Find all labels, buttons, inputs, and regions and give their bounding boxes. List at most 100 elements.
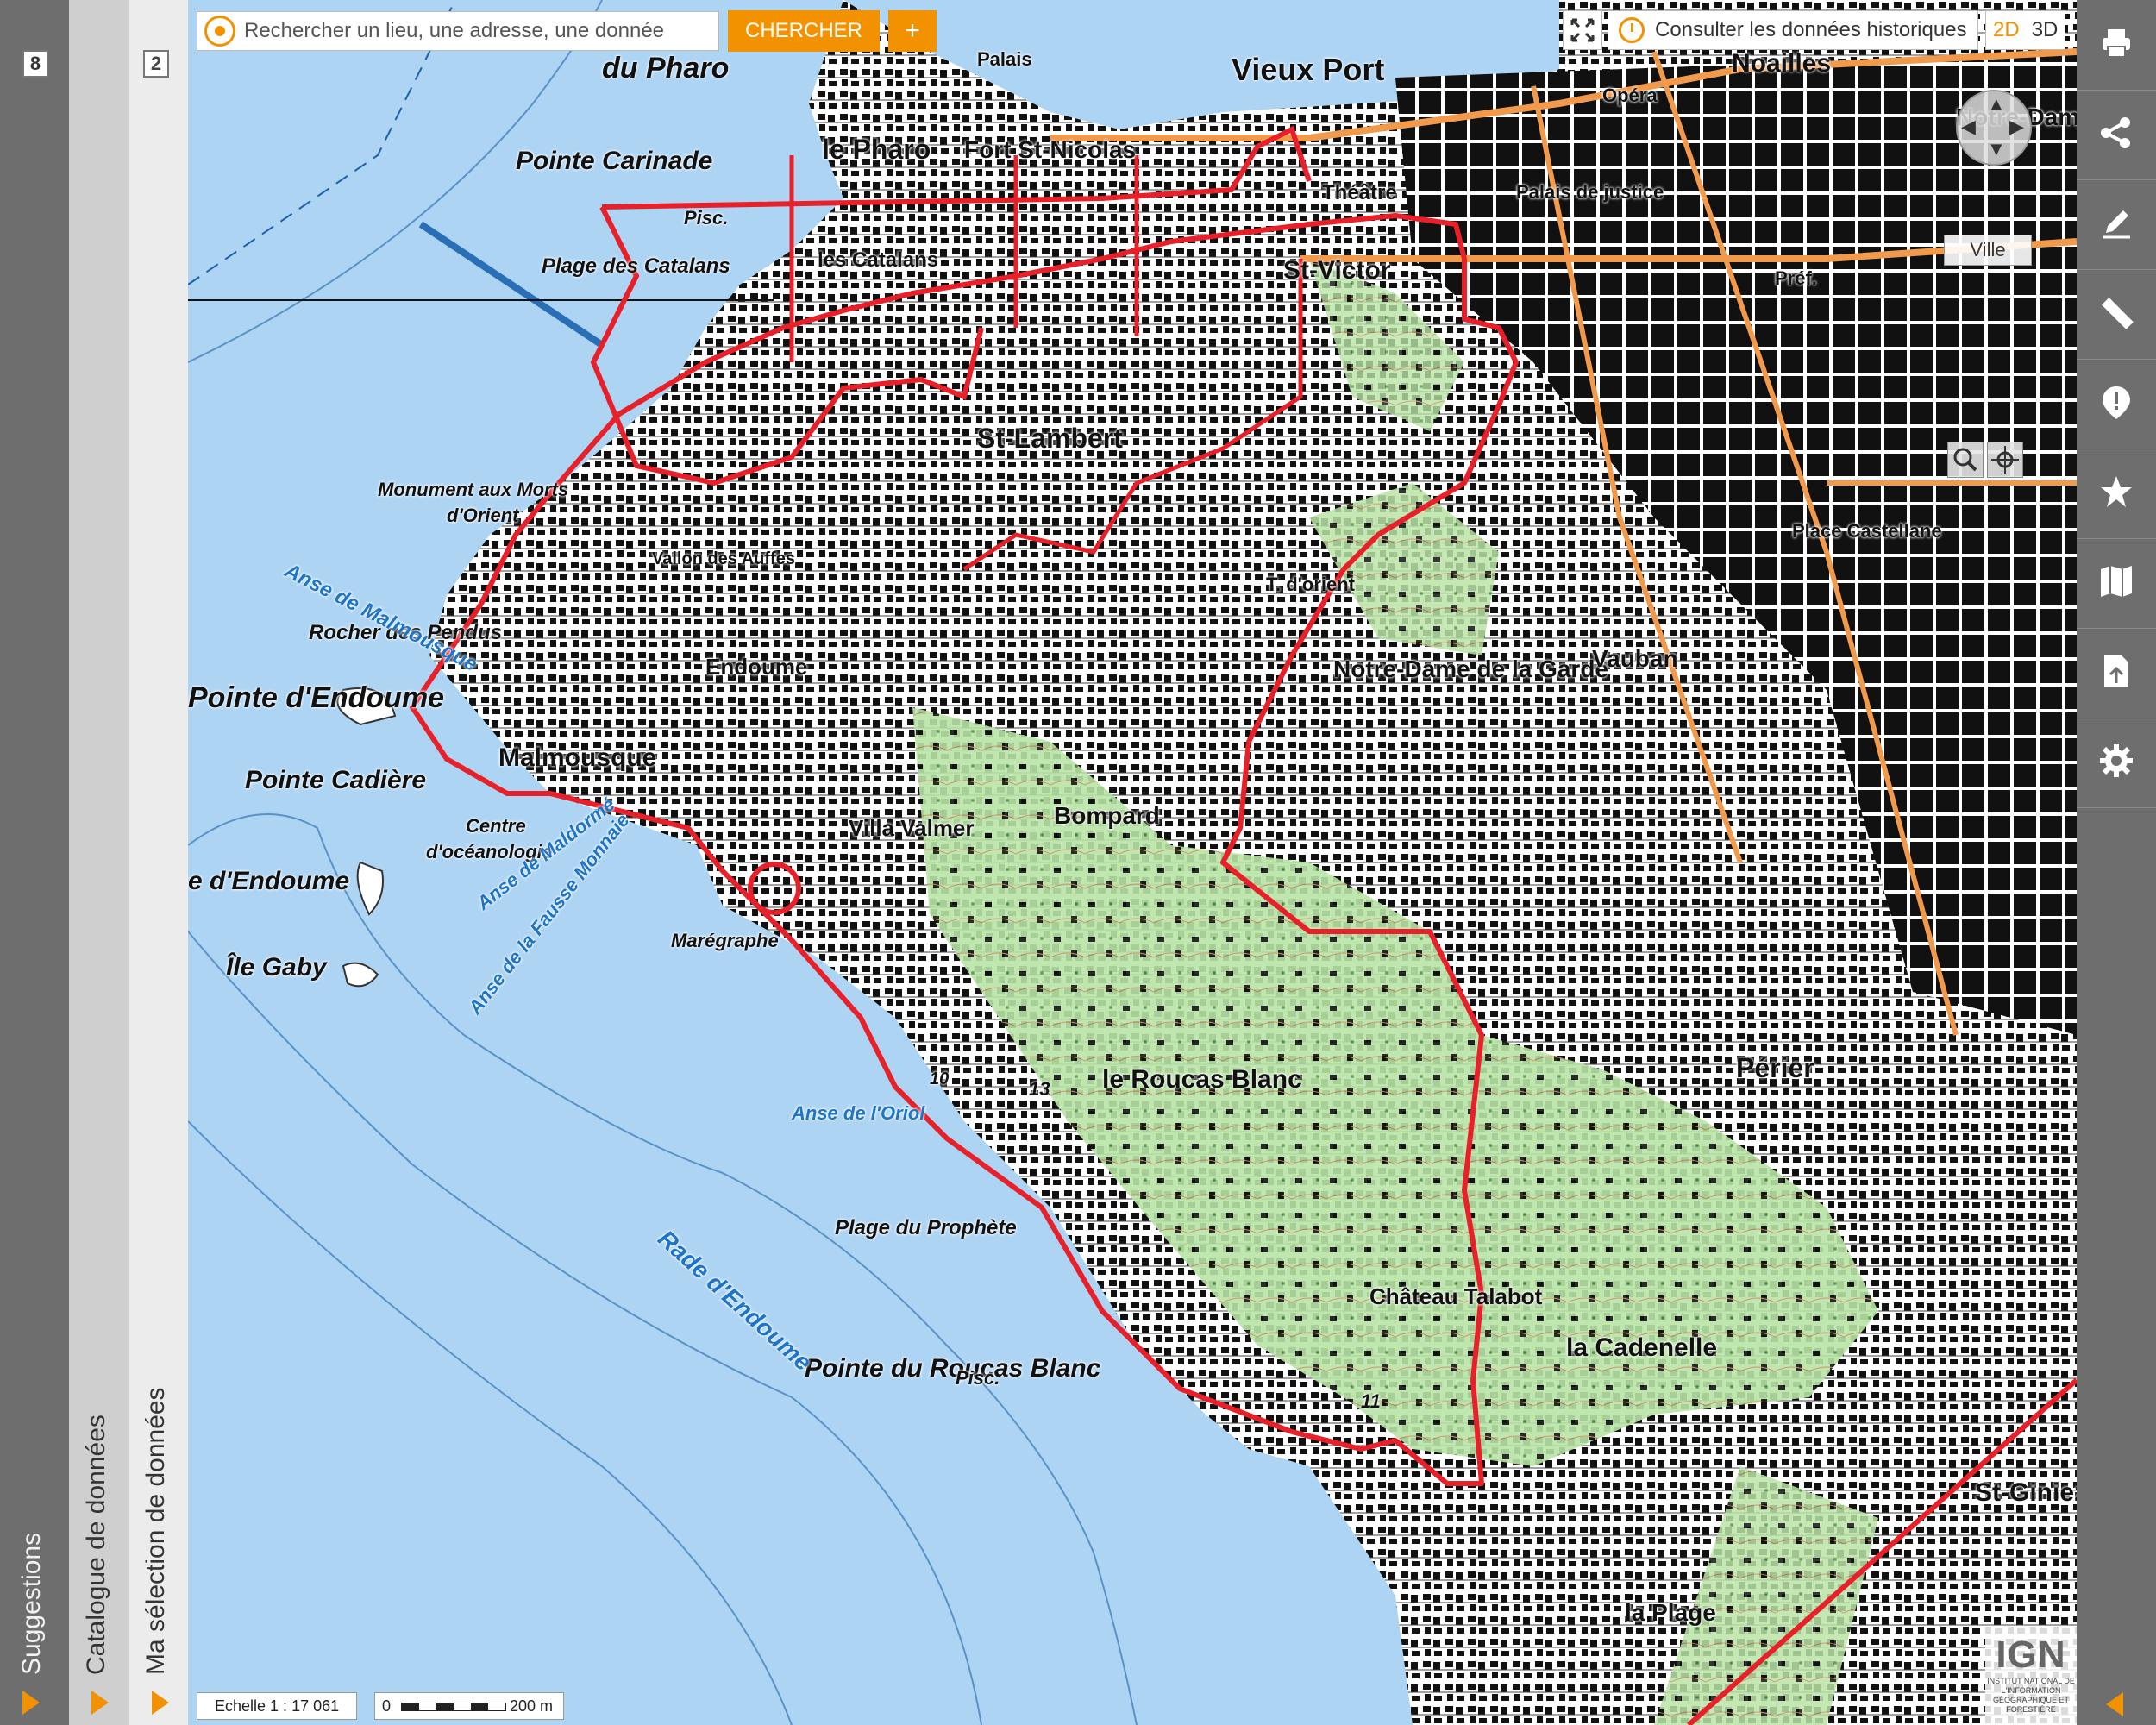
scale-ratio: Echelle 1 : 17 061 [197, 1692, 358, 1720]
view-2d-button[interactable]: 2D [1993, 18, 2020, 42]
scale-bar-graphic [401, 1703, 506, 1711]
map-label: T. d'orient [1266, 574, 1356, 595]
ign-logo: IGN [1996, 1634, 2066, 1676]
map-label: e d'Endoume [188, 867, 350, 895]
share-icon [2101, 117, 2130, 148]
expand-arrow-icon[interactable] [22, 1690, 40, 1715]
fullscreen-icon [1570, 18, 1595, 42]
map-label: Pointe d'Endoume [188, 681, 445, 714]
map-label: Plage des Catalans [542, 254, 730, 278]
catalogue-label[interactable]: Catalogue de données [82, 1414, 111, 1675]
gear-icon [2100, 744, 2133, 777]
import-button[interactable] [2077, 628, 2156, 718]
map-label: Marégraphe [671, 930, 779, 951]
annotate-button[interactable] [2077, 179, 2156, 270]
pan-right-icon[interactable]: ▶ [2009, 116, 2024, 138]
map-canvas[interactable]: du Pharo Pointe Carinade Pisc. Plage des Ca… [188, 0, 2077, 1725]
collapse-toolbar-arrow-icon[interactable] [2106, 1692, 2123, 1716]
favorites-button[interactable] [2077, 448, 2156, 539]
map-label: du Pharo [602, 52, 730, 85]
star-icon [2101, 476, 2132, 507]
expand-arrow-icon[interactable] [152, 1690, 169, 1715]
search-button[interactable]: CHERCHER [728, 10, 881, 52]
fullscreen-button[interactable] [1563, 10, 1602, 50]
map-label: Anse de l'Oriol [792, 1102, 925, 1124]
selection-panel[interactable]: 2 Ma sélection de données [129, 0, 190, 1725]
map-label: 10 [930, 1070, 950, 1088]
map-label: Pisc. [956, 1367, 1000, 1389]
map-label: Préf. [1775, 267, 1817, 289]
map-label: Monument aux Morts [378, 479, 569, 500]
measure-button[interactable] [2077, 269, 2156, 360]
suggestions-label[interactable]: Suggestions [17, 1533, 47, 1675]
selection-count: 2 [143, 50, 169, 78]
scale-value: 17 061 [291, 1697, 340, 1715]
map-label: Pisc. [684, 207, 729, 229]
advanced-search-button[interactable]: + [888, 10, 937, 52]
pencil-icon [2103, 210, 2130, 239]
print-button[interactable] [2077, 0, 2156, 91]
island [342, 962, 379, 988]
crosshair-icon [1991, 446, 2019, 474]
maps-button[interactable] [2077, 538, 2156, 629]
share-button[interactable] [2077, 90, 2156, 180]
map-label: la Plage [1625, 1599, 1716, 1626]
map-label: Centre [466, 815, 526, 837]
map-label: St-Lambert [977, 423, 1123, 454]
island [356, 861, 384, 916]
settings-button[interactable] [2077, 718, 2156, 808]
file-import-icon [2104, 656, 2128, 687]
zoom-level-label: Ville [1944, 235, 2032, 266]
pan-left-icon[interactable]: ◀ [1961, 116, 1976, 138]
map-label: Bompard [1054, 802, 1160, 829]
map-label: 11 [1361, 1390, 1381, 1412]
map-label: Pointe du Roucas Blanc [805, 1354, 1101, 1383]
pan-control[interactable]: ▲ ▼ ◀ ▶ [1956, 90, 2032, 166]
pan-up-icon[interactable]: ▲ [1987, 93, 2006, 116]
right-toolbar [2077, 0, 2156, 1725]
scale-bar: 0 200 m [374, 1692, 564, 1720]
suggestions-count: 8 [22, 50, 48, 78]
map-label: St-Giniez [1975, 1478, 2077, 1507]
magnifier-icon [1953, 448, 1977, 472]
map-label: Notre-Dame de la Garde [1333, 656, 1608, 682]
map-label: Malmousque [498, 743, 657, 772]
search-input[interactable] [242, 18, 711, 44]
map-label: Palais de justice [1516, 181, 1664, 203]
alert-icon [2103, 386, 2130, 419]
scale-text: Echelle 1 : [215, 1697, 288, 1715]
map-label: Fort St-Nicolas [964, 136, 1137, 163]
map-label: le Roucas Blanc [1102, 1065, 1302, 1094]
catalogue-panel[interactable]: Catalogue de données [69, 0, 130, 1725]
ruler-icon [2102, 298, 2134, 329]
pan-down-icon[interactable]: ▼ [1987, 138, 2006, 160]
map-label: Île Gaby [226, 953, 327, 982]
printer-icon [2103, 29, 2130, 58]
expand-arrow-icon[interactable] [91, 1690, 109, 1715]
report-button[interactable] [2077, 359, 2156, 449]
map-label: d'Orient [447, 505, 519, 526]
map-label: Vallon des Auffes [652, 549, 795, 568]
map-label: St-Victor [1283, 256, 1391, 285]
view-3d-button[interactable]: 3D [2032, 18, 2059, 42]
map-label: Palais [977, 48, 1032, 70]
suggestions-panel[interactable]: 8 Suggestions [0, 0, 71, 1725]
map-label: Vieux Port [1232, 52, 1385, 87]
map-label: le Pharo [822, 134, 931, 165]
map-label: Noailles [1732, 49, 1832, 78]
selection-label[interactable]: Ma sélection de données [141, 1387, 171, 1675]
map-label: Vauban [1592, 645, 1678, 672]
map-label: Opéra [1602, 85, 1658, 106]
zoom-in-button[interactable] [1947, 442, 1984, 478]
geolocate-icon[interactable] [204, 16, 235, 47]
history-button[interactable]: Consulter les données historiques [1608, 10, 1978, 50]
map-label: Endoume [705, 654, 808, 680]
map-label: Villa Valmer [849, 815, 975, 841]
ign-attribution[interactable]: IGN INSTITUT NATIONAL DE L'INFORMATION G… [1985, 1627, 2077, 1725]
search-box [197, 11, 719, 51]
map-label: Théâtre [1322, 181, 1397, 204]
map-label: la Cadenelle [1566, 1333, 1718, 1362]
map-label: Place Castellane [1792, 520, 1942, 542]
map-label: Plage du Prophète [835, 1216, 1017, 1239]
recenter-button[interactable] [1987, 442, 2023, 478]
